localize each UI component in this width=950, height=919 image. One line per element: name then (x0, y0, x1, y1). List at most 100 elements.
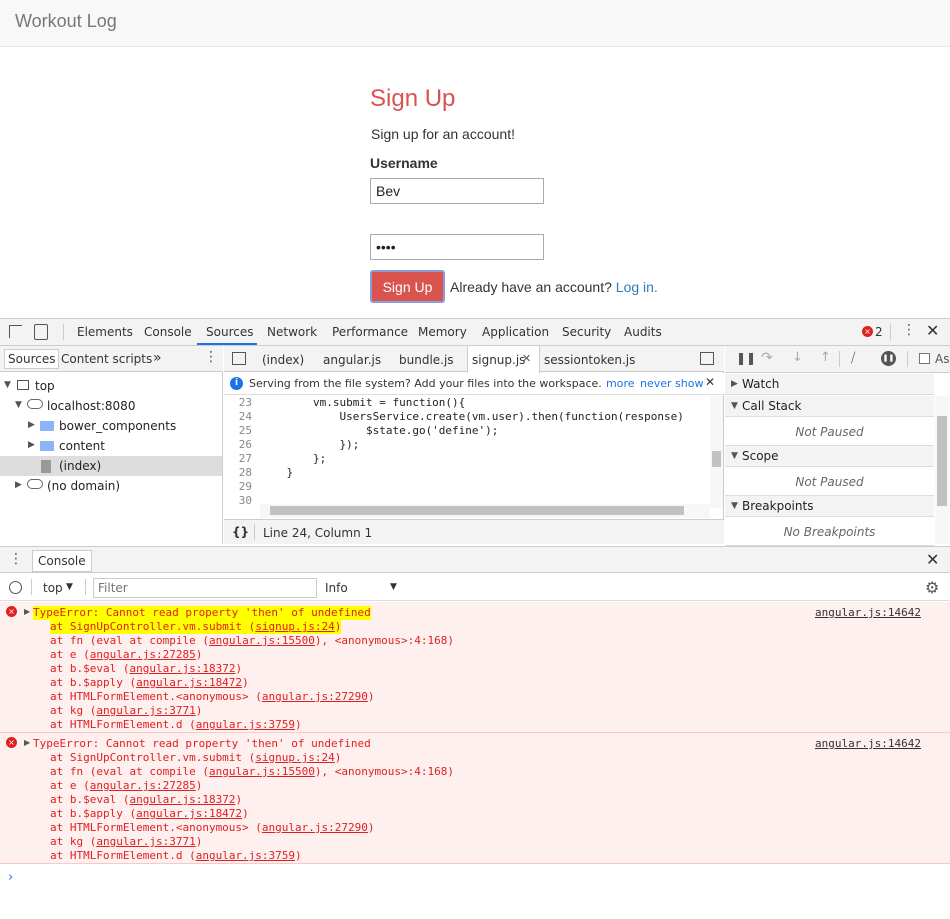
stack-frame-link[interactable]: signup.js:24 (255, 751, 334, 764)
pretty-print-icon[interactable]: {} (232, 525, 249, 539)
code-line[interactable]: 27 }; (224, 452, 326, 466)
expand-triangle-icon[interactable]: ▼ (731, 451, 738, 461)
device-toolbar-icon[interactable] (34, 324, 48, 340)
deactivate-breakpoints-icon[interactable]: ⧸ (851, 351, 855, 366)
expand-triangle-icon[interactable]: ▼ (731, 501, 738, 511)
nav-tab-content-scripts[interactable]: Content scripts (61, 352, 152, 366)
stack-frame-link[interactable]: angular.js:27285 (90, 779, 196, 792)
tab-performance[interactable]: Performance (332, 325, 408, 339)
tree-item-index[interactable]: (index) (0, 456, 222, 476)
scrollbar-thumb[interactable] (712, 451, 721, 467)
close-tab-icon[interactable]: ✕ (522, 352, 531, 365)
more-tabs-icon[interactable]: » (153, 350, 162, 366)
close-devtools-icon[interactable]: ✕ (926, 321, 939, 340)
stack-frame-link[interactable]: angular.js:27290 (262, 690, 368, 703)
pause-on-exceptions-icon[interactable]: ❚❚ (881, 351, 896, 366)
infobar-never-show-link[interactable]: never show (640, 377, 703, 390)
editor-tab-index[interactable]: (index) (262, 353, 304, 367)
stack-frame-link[interactable]: angular.js:27290 (262, 821, 368, 834)
close-infobar-icon[interactable]: ✕ (705, 375, 715, 389)
tab-audits[interactable]: Audits (624, 325, 662, 339)
async-checkbox[interactable] (919, 353, 930, 364)
console-prompt[interactable]: › (8, 870, 13, 885)
stack-frame-link[interactable]: angular.js:3771 (96, 835, 195, 848)
section-watch[interactable]: ▶ Watch (725, 374, 934, 395)
line-number[interactable]: 30 (224, 494, 252, 507)
tab-network[interactable]: Network (267, 325, 317, 339)
editor-tab-sessiontoken[interactable]: sessiontoken.js (544, 353, 635, 367)
code-line[interactable]: 26 }); (224, 438, 360, 452)
code-line[interactable]: 28 } (224, 466, 293, 480)
stack-frame-link[interactable]: signup.js:24 (255, 620, 334, 633)
username-input[interactable] (370, 178, 544, 204)
stack-frame-link[interactable]: angular.js:3759 (196, 849, 295, 862)
line-number[interactable]: 29 (224, 480, 252, 493)
toggle-debugger-icon[interactable] (700, 352, 714, 365)
brand-link[interactable]: Workout Log (15, 11, 117, 32)
editor-tab-bundle[interactable]: bundle.js (399, 353, 454, 367)
code-line[interactable]: 23 vm.submit = function(){ (224, 396, 466, 410)
console-settings-icon[interactable]: ⚙ (925, 578, 939, 597)
editor-tab-angular[interactable]: angular.js (323, 353, 381, 367)
stack-frame-link[interactable]: angular.js:15500 (209, 634, 315, 647)
section-call-stack[interactable]: ▼ Call Stack (725, 396, 934, 417)
collapsed-triangle-icon[interactable]: ▶ (15, 480, 22, 490)
nav-tab-sources[interactable]: Sources (4, 349, 60, 369)
console-error-message[interactable]: × ▶ TypeError: Cannot read property 'then'… (0, 602, 950, 733)
expand-triangle-icon[interactable]: ▶ (24, 738, 30, 747)
code-line[interactable]: 30 (224, 494, 260, 508)
code-area[interactable]: 23 vm.submit = function(){24 UsersServic… (224, 396, 710, 508)
code-line[interactable]: 24 UsersService.create(vm.user).then(fun… (224, 410, 684, 424)
stack-frame-link[interactable]: angular.js:18472 (136, 676, 242, 689)
close-drawer-icon[interactable]: ✕ (926, 550, 939, 569)
chevron-down-icon[interactable]: ▼ (66, 582, 73, 592)
tree-item-no-domain[interactable]: ▶ (no domain) (0, 476, 222, 496)
error-source-link[interactable]: angular.js:14642 (815, 737, 921, 750)
section-breakpoints[interactable]: ▼ Breakpoints (725, 496, 934, 517)
expand-triangle-icon[interactable]: ▼ (15, 400, 22, 410)
console-error-message[interactable]: × ▶ TypeError: Cannot read property 'then'… (0, 733, 950, 864)
stack-frame-link[interactable]: angular.js:18372 (129, 662, 235, 675)
stack-frame-link[interactable]: angular.js:18372 (129, 793, 235, 806)
login-link[interactable]: Log in. (616, 279, 658, 295)
tree-item-localhost[interactable]: ▼ localhost:8080 (0, 396, 222, 416)
tree-item-content[interactable]: ▶ content (0, 436, 222, 456)
line-number[interactable]: 24 (224, 410, 252, 423)
stack-frame-link[interactable]: angular.js:15500 (209, 765, 315, 778)
step-out-icon[interactable]: ↑ (820, 350, 831, 365)
sign-up-button[interactable]: Sign Up (370, 270, 445, 303)
step-over-icon[interactable]: ↷ (761, 350, 773, 366)
pause-icon[interactable]: ❚❚ (736, 351, 756, 365)
tree-item-bower-components[interactable]: ▶ bower_components (0, 416, 222, 436)
expand-triangle-icon[interactable]: ▼ (731, 401, 738, 411)
log-level-select[interactable]: Info (325, 581, 348, 595)
toggle-navigator-icon[interactable] (232, 352, 246, 365)
scrollbar-thumb[interactable] (937, 416, 947, 506)
drawer-menu-icon[interactable]: ⋮ (9, 551, 23, 567)
navigator-menu-icon[interactable]: ⋮ (204, 349, 218, 365)
chevron-down-icon[interactable]: ▼ (390, 582, 397, 592)
password-input[interactable] (370, 234, 544, 260)
tab-elements[interactable]: Elements (77, 325, 133, 339)
tab-sources[interactable]: Sources (206, 325, 253, 339)
drawer-tab-console[interactable]: Console (32, 550, 92, 572)
scrollbar-thumb[interactable] (270, 506, 684, 515)
collapsed-triangle-icon[interactable]: ▶ (731, 379, 738, 389)
section-scope[interactable]: ▼ Scope (725, 446, 934, 467)
console-filter-input[interactable] (93, 578, 317, 598)
sidebar-scrollbar[interactable] (935, 396, 949, 544)
expand-triangle-icon[interactable]: ▼ (4, 380, 11, 390)
tree-item-top[interactable]: ▼ top (0, 376, 222, 396)
infobar-more-link[interactable]: more (606, 377, 635, 390)
tab-application[interactable]: Application (482, 325, 549, 339)
tab-security[interactable]: Security (562, 325, 611, 339)
line-number[interactable]: 28 (224, 466, 252, 479)
clear-console-icon[interactable] (9, 581, 22, 594)
line-number[interactable]: 23 (224, 396, 252, 409)
stack-frame-link[interactable]: angular.js:3759 (196, 718, 295, 731)
horizontal-scrollbar[interactable] (260, 504, 710, 518)
tab-console[interactable]: Console (144, 325, 192, 339)
code-line[interactable]: 25 $state.go('define'); (224, 424, 499, 438)
editor-tab-signup[interactable]: signup.js (472, 353, 525, 367)
tab-memory[interactable]: Memory (418, 325, 467, 339)
